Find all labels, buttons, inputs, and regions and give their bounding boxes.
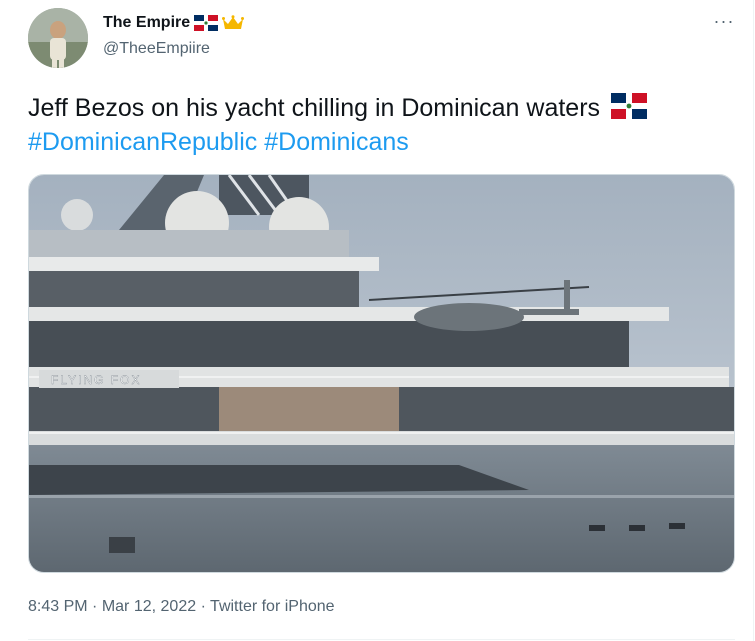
user-handle[interactable]: @TheeEmpiire — [103, 40, 210, 58]
tweet-text: Jeff Bezos on his yacht chilling in Domi… — [28, 91, 728, 159]
divider — [28, 639, 735, 640]
user-name-row[interactable]: The Empire — [103, 14, 245, 32]
profile-photo — [28, 8, 88, 68]
tweet-card: The Empire @TheeEmpiire ··· Jeff Bezos o… — [0, 0, 754, 641]
yacht-photo: FLYING FOX — [29, 175, 734, 572]
avatar[interactable] — [28, 8, 88, 68]
hashtag-link[interactable]: #Dominicans — [264, 128, 409, 156]
dominican-flag-icon — [194, 15, 219, 31]
tweet-source[interactable]: Twitter for iPhone — [210, 598, 335, 615]
tweet-body: Jeff Bezos on his yacht chilling in Domi… — [28, 94, 601, 122]
crown-icon — [222, 15, 245, 29]
meta-separator: · — [92, 598, 98, 615]
yacht-name-text: FLYING FOX — [51, 373, 141, 387]
tweet-photo[interactable]: FLYING FOX — [28, 174, 735, 573]
hashtag-link[interactable]: #DominicanRepublic — [28, 128, 257, 156]
tweet-time[interactable]: 8:43 PM — [28, 598, 88, 615]
meta-separator: · — [200, 598, 206, 615]
tweet-metadata: 8:43 PM · Mar 12, 2022 · Twitter for iPh… — [28, 598, 335, 616]
more-options-icon[interactable]: ··· — [713, 10, 735, 32]
display-name[interactable]: The Empire — [103, 14, 190, 32]
tweet-date[interactable]: Mar 12, 2022 — [102, 598, 196, 615]
dominican-flag-icon — [611, 93, 647, 119]
